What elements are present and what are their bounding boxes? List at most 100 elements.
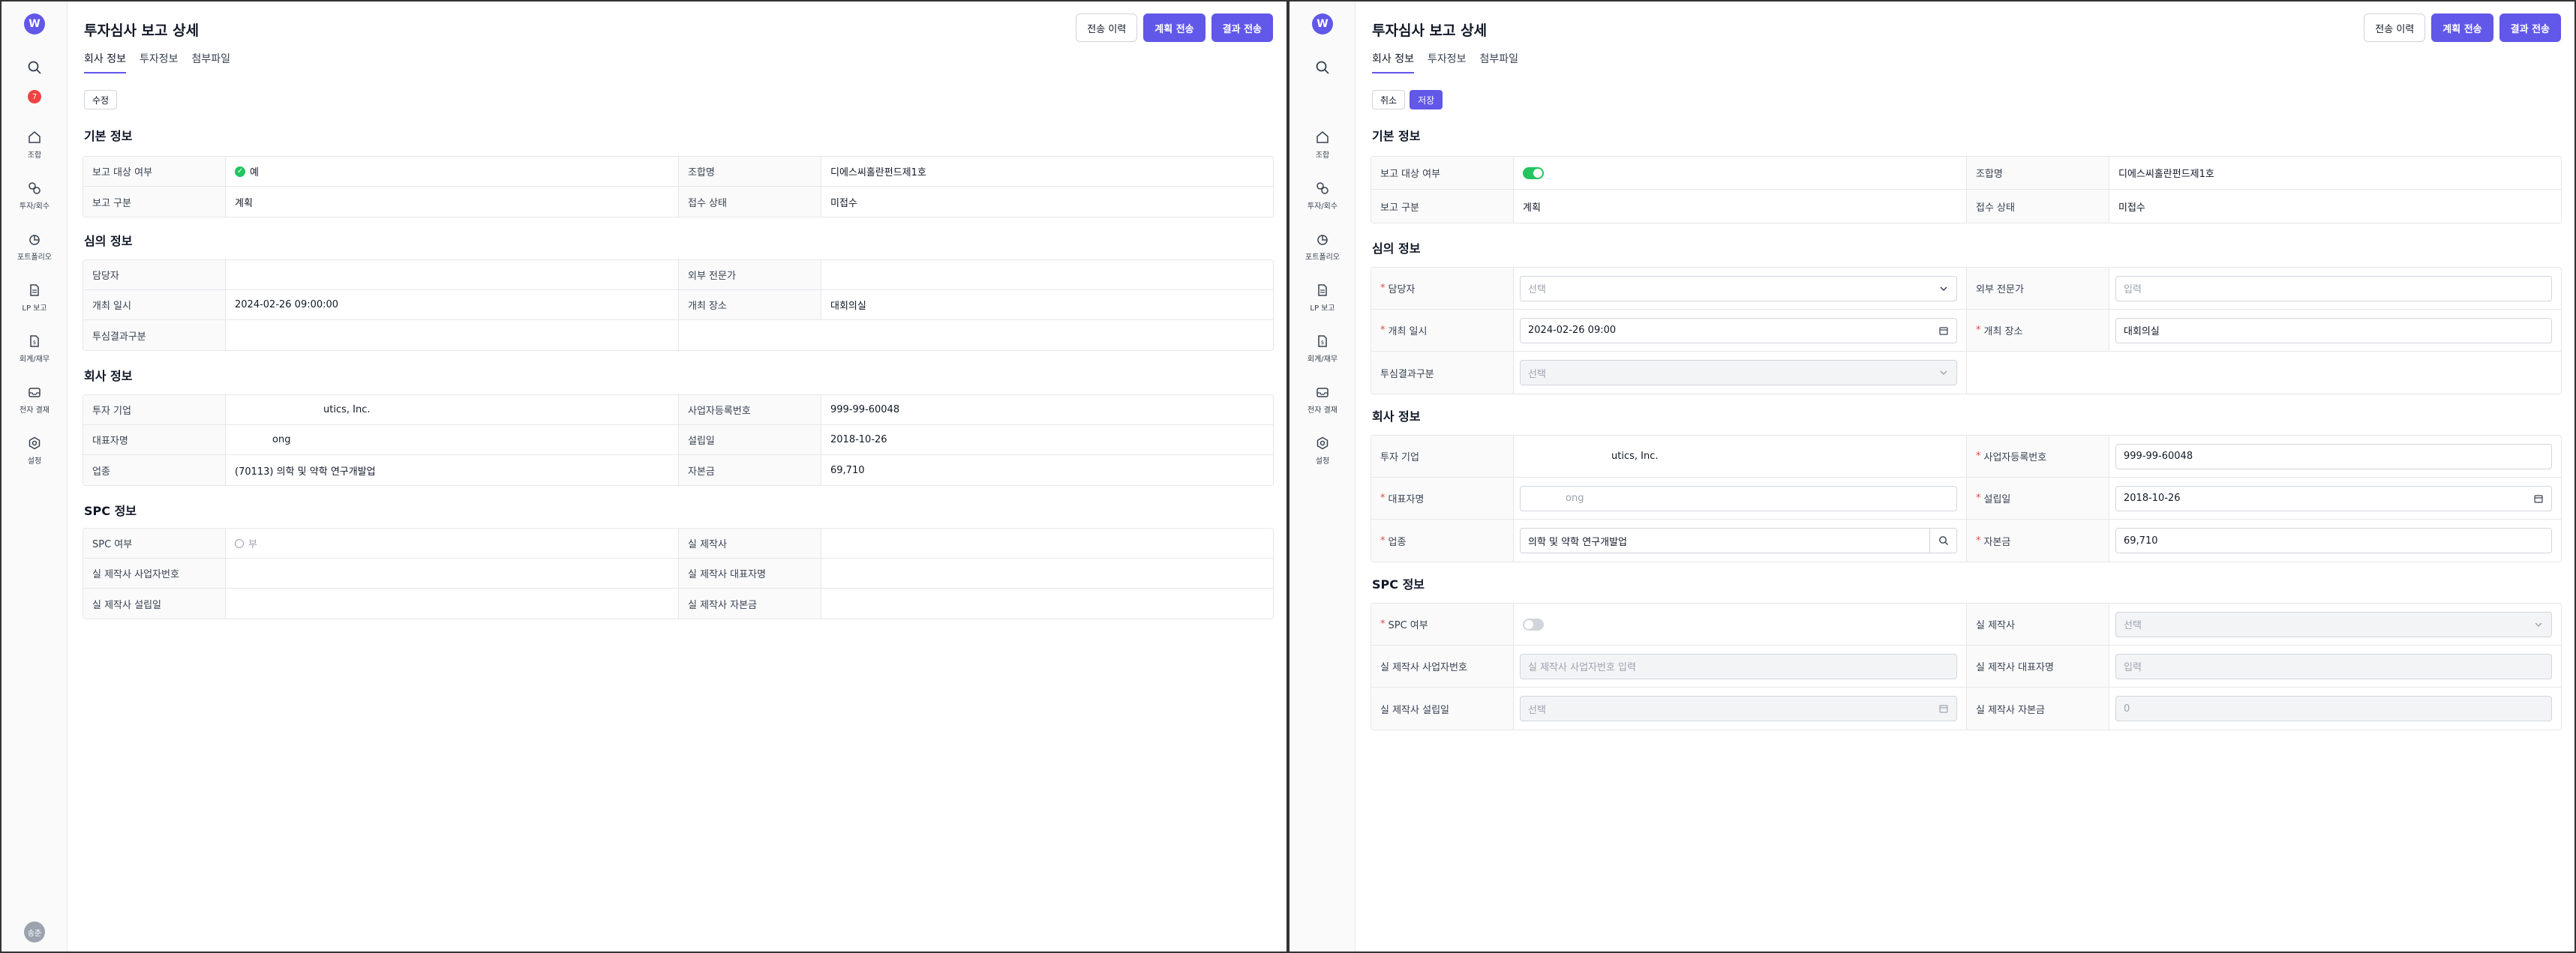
field-label: * 담당자 [1371, 268, 1514, 309]
actual-founded-date-picker[interactable]: 선택 [1520, 696, 1957, 721]
required-marker: * [1380, 283, 1386, 294]
company-info-grid: 투자 기업 utics, Inc. 사업자등록번호 999-99-60048 대… [83, 394, 1274, 486]
avatar[interactable]: 송준 [24, 922, 45, 943]
required-marker: * [1380, 493, 1386, 504]
save-button[interactable]: 저장 [1410, 90, 1443, 109]
spc-edit-grid: * SPC 여부 실 제작사 선택 실 제작사 사업자번호 실 제작사 사업자번호… [1371, 603, 2562, 730]
spc-toggle-cell [1514, 604, 1967, 645]
meeting-place-value: 대회의실 [830, 301, 866, 312]
field-label: * 자본금 [1967, 520, 2109, 562]
actual-capital-input[interactable]: 0 [2115, 696, 2552, 721]
tab-investment-info[interactable]: 투자정보 [1428, 51, 1467, 73]
meeting-date-picker[interactable]: 2024-02-26 09:00 [1520, 317, 1957, 343]
field-label: * 개최 일시 [1371, 310, 1514, 351]
sidebar-item-approval[interactable]: 전자 결재 [1290, 385, 1356, 423]
sidebar-item-lp-report[interactable]: LP 보고 [2, 283, 68, 321]
edit-button[interactable]: 수정 [84, 90, 118, 109]
manager-select[interactable]: 선택 [1520, 275, 1957, 301]
ceo-cell: ong [1514, 478, 1967, 519]
tab-company-info[interactable]: 회사 정보 [1372, 51, 1414, 73]
result-type-select[interactable]: 선택 [1520, 360, 1957, 385]
field-label: 실 제작사 설립일 [83, 589, 226, 619]
page-title: 투자심사 보고 상세 [84, 22, 200, 39]
required-marker: * [1380, 325, 1386, 336]
field-label: 보고 대상 여부 [1371, 157, 1514, 189]
sidebar-item-settings[interactable]: 설정 [1290, 436, 1356, 474]
required-marker: * [1976, 535, 1981, 547]
meeting-date-value: 2024-02-26 09:00:00 [226, 290, 679, 319]
required-marker: * [1380, 535, 1386, 547]
required-marker: * [1976, 493, 1981, 504]
sidebar-item-investment[interactable]: 투자/회수 [2, 181, 68, 219]
industry-input[interactable]: 의학 및 약학 연구개발업 [1520, 528, 1930, 553]
report-target-toggle-cell [1514, 157, 1967, 189]
sidebar-item-accounting[interactable]: $ 회계/재무 [1290, 334, 1356, 372]
result-type-value [226, 320, 679, 350]
tab-attachments[interactable]: 첨부파일 [1480, 51, 1519, 73]
send-history-button[interactable]: 전송 이력 [1076, 13, 1138, 42]
header-actions: 전송 이력 계획 전송 결과 전송 [1076, 13, 1273, 42]
biz-reg-value: 999-99-60048 [830, 404, 900, 415]
field-label: * 업종 [1371, 520, 1514, 562]
sidebar-item-portfolio[interactable]: 포트폴리오 [2, 232, 68, 270]
tab-investment-info[interactable]: 투자정보 [140, 51, 179, 73]
tab-company-info[interactable]: 회사 정보 [84, 51, 126, 73]
notification-badge[interactable]: 7 [28, 90, 41, 103]
sidebar-item-portfolio[interactable]: 포트폴리오 [1290, 232, 1356, 270]
spc-toggle[interactable] [1523, 618, 1544, 631]
sidebar-item-label: 설정 [27, 457, 42, 466]
industry-search-button[interactable] [1930, 528, 1957, 553]
result-send-button[interactable]: 결과 전송 [1211, 13, 1273, 42]
sidebar-item-fund[interactable]: 조합 [1290, 130, 1356, 168]
check-circle-icon: ✓ [235, 166, 245, 177]
actual-company-cell: 선택 [2109, 604, 2561, 645]
sidebar-item-lp-report[interactable]: LP 보고 [1290, 283, 1356, 321]
actual-biz-reg-input[interactable]: 실 제작사 사업자번호 입력 [1520, 653, 1957, 679]
plan-send-button[interactable]: 계획 전송 [1143, 13, 1205, 42]
field-label: * SPC 여부 [1371, 604, 1514, 645]
spc-info-grid: SPC 여부 부 실 제작사 실 제작사 사업자번호 실 제작사 대표자명 실 … [83, 528, 1274, 619]
chevron-down-icon [1940, 370, 1947, 376]
ceo-input[interactable]: ong [1520, 485, 1957, 511]
edit-mode-panel: W 조합 투자/회수 포트폴리오 LP 보고 $ 회계/재무 전자 결재 설정 [1288, 0, 2576, 953]
actual-company-select[interactable]: 선택 [2115, 611, 2552, 637]
founded-date-picker[interactable]: 2018-10-26 [2115, 485, 2552, 511]
sidebar-item-label: LP 보고 [1310, 304, 1335, 313]
industry-cell: 의학 및 약학 연구개발업 [1514, 520, 1967, 562]
page-title: 투자심사 보고 상세 [1372, 22, 1488, 39]
app-logo[interactable]: W [1312, 13, 1333, 34]
finance-document-icon: $ [1318, 335, 1327, 347]
field-label: * 대표자명 [1371, 478, 1514, 519]
report-target-toggle[interactable] [1523, 166, 1544, 179]
field-label: 실 제작사 사업자번호 [1371, 646, 1514, 687]
biz-reg-input[interactable]: 999-99-60048 [2115, 443, 2552, 469]
field-label: 업종 [83, 455, 226, 485]
cancel-button[interactable]: 취소 [1372, 90, 1406, 109]
sidebar-item-settings[interactable]: 설정 [2, 436, 68, 474]
tab-attachments[interactable]: 첨부파일 [192, 51, 231, 73]
report-type-value: 계획 [226, 187, 679, 217]
plan-send-button[interactable]: 계획 전송 [2431, 13, 2493, 42]
search-icon[interactable] [1315, 60, 1330, 75]
field-label: 보고 대상 여부 [83, 157, 226, 186]
sidebar-item-accounting[interactable]: $ 회계/재무 [2, 334, 68, 372]
meeting-place-input[interactable]: 대회의실 [2115, 317, 2552, 343]
sidebar-item-investment[interactable]: 투자/회수 [1290, 181, 1356, 219]
external-expert-input[interactable]: 입력 [2115, 275, 2552, 301]
industry-value: (70113) 의학 및 약학 연구개발업 [226, 455, 679, 485]
calendar-icon [1939, 705, 1948, 713]
result-send-button[interactable]: 결과 전송 [2499, 13, 2561, 42]
capital-input[interactable]: 69,710 [2115, 528, 2552, 553]
field-label: 실 제작사 자본금 [679, 589, 821, 619]
field-label: * 설립일 [1967, 478, 2109, 519]
empty-cell [1967, 352, 2561, 394]
founded-value: 2018-10-26 [830, 434, 887, 445]
send-history-button[interactable]: 전송 이력 [2364, 13, 2426, 42]
actual-ceo-input[interactable]: 입력 [2115, 653, 2552, 679]
search-icon[interactable] [27, 60, 42, 75]
sidebar-item-fund[interactable]: 조합 [2, 130, 68, 168]
app-logo[interactable]: W [24, 13, 45, 34]
sidebar-item-label: 전자 결재 [20, 406, 50, 415]
home-icon [1317, 131, 1329, 143]
sidebar-item-approval[interactable]: 전자 결재 [2, 385, 68, 423]
